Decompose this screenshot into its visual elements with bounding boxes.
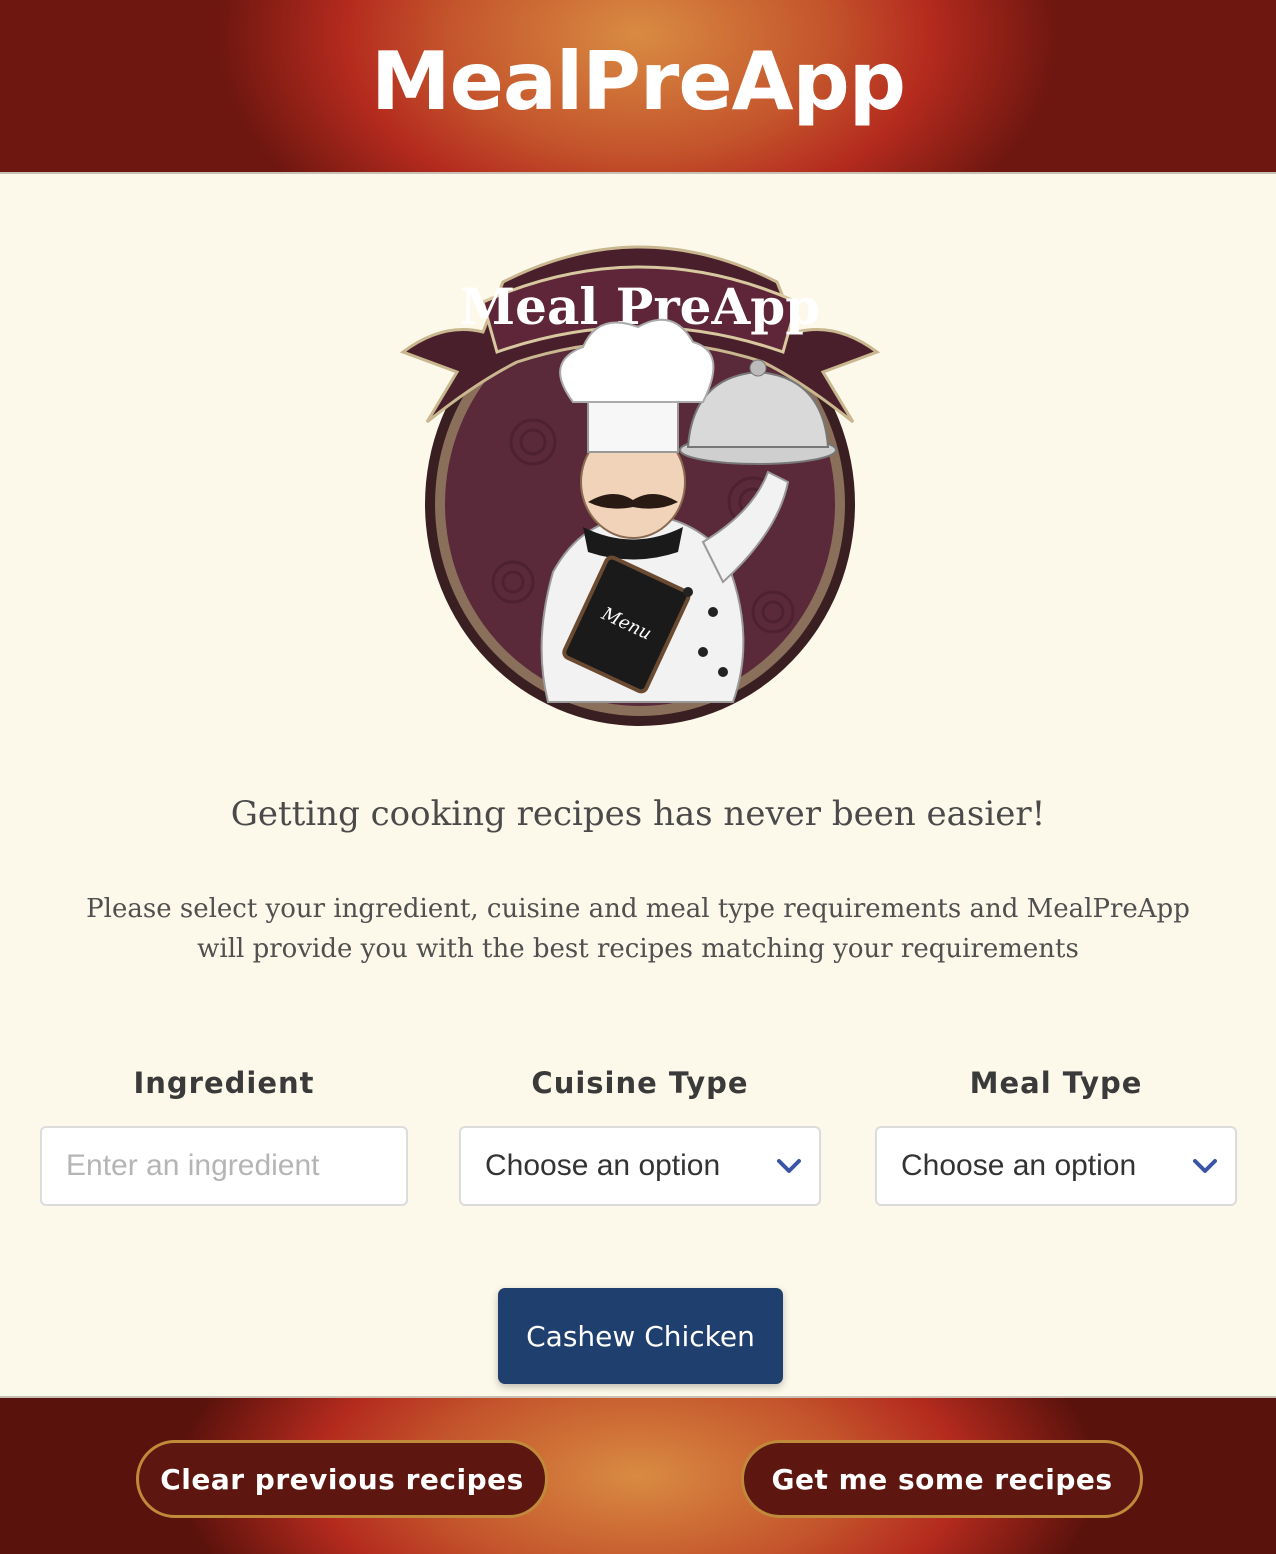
app-header: MealPreApp (0, 0, 1276, 174)
intro-text: Please select your ingredient, cuisine a… (86, 894, 1190, 964)
get-recipes-button[interactable]: Get me some recipes (741, 1440, 1143, 1518)
tagline: Getting cooking recipes has never been e… (230, 794, 1046, 834)
cuisine-type-select[interactable]: Choose an option (459, 1126, 821, 1206)
cuisine-type-label: Cuisine Type (531, 1066, 749, 1100)
app-footer: Clear previous recipes Get me some recip… (0, 1396, 1276, 1554)
chef-logo-graphic: Meal PreApp Menu (399, 245, 881, 726)
ingredient-field-wrapper (40, 1126, 408, 1206)
meal-type-selected: Choose an option (901, 1149, 1137, 1182)
chevron-down-icon (1175, 1157, 1235, 1175)
recipe-result-button[interactable]: Cashew Chicken (498, 1288, 783, 1384)
ingredient-label: Ingredient (133, 1066, 315, 1100)
meal-type-select[interactable]: Choose an option (875, 1126, 1237, 1206)
chef-logo: Meal PreApp Menu (383, 212, 897, 732)
cuisine-type-selected: Choose an option (485, 1149, 721, 1182)
chevron-down-icon (759, 1157, 819, 1175)
clear-recipes-button[interactable]: Clear previous recipes (136, 1440, 548, 1518)
app-title: MealPreApp (370, 34, 906, 128)
ingredient-input[interactable] (42, 1128, 406, 1204)
meal-type-label: Meal Type (969, 1066, 1143, 1100)
main-content: Meal PreApp Menu Getting cooking recipes… (0, 174, 1276, 1396)
